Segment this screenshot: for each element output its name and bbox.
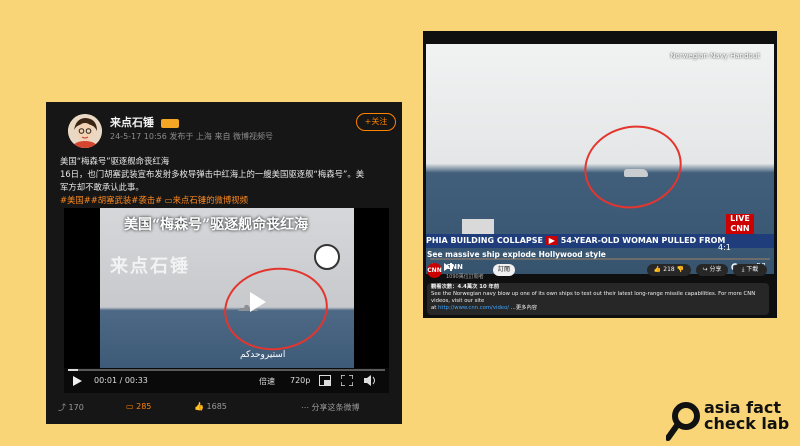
video-time: 4:1 xyxy=(718,243,731,252)
thumbs-up-icon: 👍 xyxy=(653,266,662,273)
video-controls: 00:01 / 00:33 倍速 720p xyxy=(64,368,389,393)
subscribe-button[interactable]: 訂閱 xyxy=(493,264,515,276)
video-time: 00:01 / 00:33 xyxy=(94,376,148,385)
user-name-text[interactable]: 来点石锤 xyxy=(110,116,154,129)
share-arrow-icon: ↪ xyxy=(702,266,708,273)
comment-count: 285 xyxy=(136,402,152,411)
like-dislike-button[interactable]: 👍 218 👎 xyxy=(647,264,691,276)
youtube-panel: Norwegian Navy Handout LIVE CNN PHIA BUI… xyxy=(423,31,777,318)
post-headline: 美国“梅森号”驱逐舰命丧红海 xyxy=(60,156,170,166)
video-watermark: 来点石锤 xyxy=(110,256,190,277)
fullscreen-icon[interactable] xyxy=(341,375,353,386)
play-small-icon[interactable] xyxy=(72,376,82,386)
level-badge-icon xyxy=(160,118,179,128)
post-paragraph-line: 军方却不敢承认此事。 xyxy=(60,182,144,192)
comment-button[interactable]: ▭ 285 xyxy=(126,402,151,411)
quality-button[interactable]: 720p xyxy=(290,376,310,385)
weibo-post-panel: 来点石锤 24-5-17 10:56 发布于 上海 来自 微博视频号 +关注 美… xyxy=(46,102,402,424)
ticker-right-text: 54-YEAR-OLD WOMAN PULLED FROM xyxy=(560,236,726,245)
ticker-separator-icon: ▶ xyxy=(545,236,558,245)
share-icon: ⋯ xyxy=(301,403,309,412)
magnifier-logo-icon xyxy=(666,402,700,441)
video-caption: 美国“梅森号”驱逐舰命丧红海 xyxy=(124,217,309,233)
download-button[interactable]: ⤓ 下載 xyxy=(733,264,767,276)
user-name[interactable]: 来点石锤 xyxy=(110,114,179,130)
post-paragraph-line: 16日，也门胡塞武装宣布发射多枚导弹击中红海上的一艘美国驱逐舰“梅森号”。美 xyxy=(60,169,365,179)
video-player[interactable]: 美国“梅森号”驱逐舰命丧红海 来点石锤 استيروحدكم 00:01 / 0… xyxy=(64,208,389,393)
picture-in-picture-icon[interactable] xyxy=(319,375,331,386)
avatar-portrait-icon xyxy=(68,114,102,148)
description-link[interactable]: http://www.cnn.com/video/ xyxy=(438,305,509,311)
highlight-circle xyxy=(576,116,690,218)
video-progress-fill xyxy=(68,369,78,371)
post-body: 美国“梅森号”驱逐舰命丧红海 16日，也门胡塞武装宣布发射多枚导弹击中红海上的一… xyxy=(60,155,394,207)
like-count: 218 xyxy=(663,266,675,273)
description-text-line2: at http://www.cnn.com/video/ ...更多內容 xyxy=(431,305,765,312)
video-watermark: Norwegian Navy Handout xyxy=(670,52,760,60)
thumbs-down-icon: 👎 xyxy=(676,266,685,273)
share-button[interactable]: ↪ 分享 xyxy=(696,264,728,276)
video-subtitle: استيروحدكم xyxy=(240,350,286,360)
repost-count: 170 xyxy=(68,403,84,412)
thumbs-up-icon: 👍 xyxy=(194,402,204,411)
volume-icon[interactable] xyxy=(364,375,378,386)
play-icon[interactable] xyxy=(242,288,270,316)
logo-line-2: check lab xyxy=(704,414,790,433)
cnn-channel-avatar[interactable]: CNN xyxy=(427,263,442,278)
subscriber-count: 1090萬位訂閱者 xyxy=(446,274,484,280)
speed-button[interactable]: 倍速 xyxy=(259,376,275,387)
description-text: See the Norwegian navy blow up one of it… xyxy=(431,291,756,304)
share-label: 分享这条微博 xyxy=(311,403,360,412)
youtube-video-player[interactable]: Norwegian Navy Handout LIVE CNN PHIA BUI… xyxy=(426,44,774,274)
show-more-button[interactable]: ...更多內容 xyxy=(509,305,537,311)
post-meta: 24-5-17 10:56 发布于 上海 来自 微博视频号 xyxy=(110,132,273,141)
avatar[interactable] xyxy=(68,114,102,148)
video-description[interactable]: 觀看次數：4.4萬次 10 年前 See the Norwegian navy … xyxy=(427,283,769,315)
post-actions: ⤴ 170 ▭ 285 👍 1685 ⋯ 分享这条微博 xyxy=(46,402,402,418)
channel-name[interactable]: CNN xyxy=(446,263,463,271)
video-progress-bar[interactable] xyxy=(68,369,385,371)
follow-button[interactable]: +关注 xyxy=(356,113,396,131)
cnn-live-logo: LIVE CNN xyxy=(726,214,754,234)
share-button[interactable]: ⋯ 分享这条微博 xyxy=(301,402,360,413)
comment-icon: ▭ xyxy=(126,402,134,411)
description-stats: 觀看次數：4.4萬次 10 年前 xyxy=(431,284,500,290)
share-label: 分享 xyxy=(709,266,722,273)
repost-button[interactable]: ⤴ 170 xyxy=(58,402,84,413)
video-title[interactable]: See massive ship explode Hollywood style xyxy=(427,250,606,259)
post-hashtags[interactable]: #美国##胡塞武装#袭击# ▭来点石锤的微博视频 xyxy=(60,194,394,207)
download-icon: ⤓ xyxy=(741,266,745,273)
description-prefix: at xyxy=(431,305,439,311)
download-label: 下載 xyxy=(746,266,759,273)
like-count: 1685 xyxy=(206,402,227,411)
repost-icon: ⤴ xyxy=(58,403,66,412)
logo-wordmark: asia fact check lab xyxy=(704,400,789,432)
like-button[interactable]: 👍 1685 xyxy=(194,402,227,411)
channel-logo-icon xyxy=(314,244,340,270)
asia-fact-check-lab-logo: asia fact check lab xyxy=(664,400,794,444)
ticker-left-text: PHIA BUILDING COLLAPSE xyxy=(426,236,543,245)
